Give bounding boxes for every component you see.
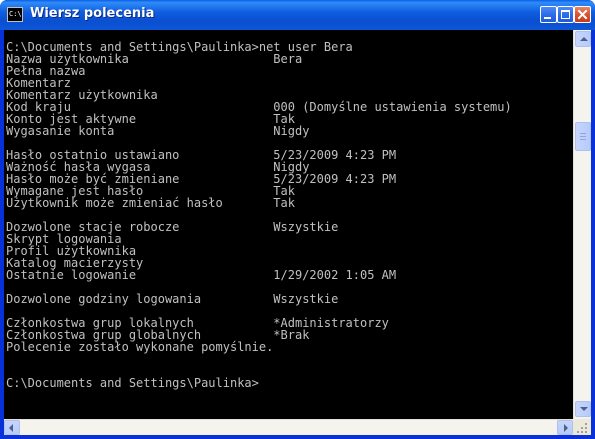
minimize-button[interactable] (540, 6, 557, 23)
vertical-scroll-thumb[interactable] (575, 122, 591, 151)
vertical-scrollbar[interactable] (573, 30, 591, 419)
scroll-down-button[interactable] (575, 401, 591, 417)
arrow-up-icon (580, 37, 588, 41)
maximize-icon (561, 10, 570, 19)
grip-dot (585, 423, 587, 425)
console-text: C:\Documents and Settings\Paulinka>net u… (4, 30, 573, 389)
grip-line (580, 139, 586, 140)
horizontal-scrollbar[interactable] (4, 419, 573, 435)
console-line: Ostatnie logowanie 1/29/2002 1:05 AM (6, 268, 397, 282)
console-line: C:\Documents and Settings\Paulinka> (6, 376, 259, 390)
grip-dot (585, 431, 587, 433)
grip-line (580, 133, 586, 134)
console-icon[interactable]: C:\ (7, 7, 23, 22)
console-line: Dozwolone godziny logowania Wszystkie (6, 292, 339, 306)
close-icon (577, 9, 588, 20)
arrow-down-icon (580, 407, 588, 411)
scroll-up-button[interactable] (575, 31, 591, 47)
grip-dot (581, 431, 583, 433)
maximize-button[interactable] (557, 6, 574, 23)
scroll-left-button[interactable] (4, 420, 20, 435)
console-line: Użytkownik może zmieniać hasło Tak (6, 196, 295, 210)
close-button[interactable] (574, 6, 591, 23)
grip-dot (585, 427, 587, 429)
grip-line (580, 136, 586, 137)
title-bar[interactable]: C:\ Wiersz polecenia (0, 0, 595, 30)
scroll-right-button[interactable] (557, 420, 573, 435)
window-title: Wiersz polecenia (30, 6, 155, 21)
arrow-left-icon (9, 424, 13, 432)
console-output-area[interactable]: C:\Documents and Settings\Paulinka>net u… (4, 30, 573, 419)
console-line: Wygasanie konta Nigdy (6, 124, 310, 138)
console-line: Polecenie zostało wykonane pomyślnie. (6, 340, 274, 354)
grip-dot (581, 427, 583, 429)
arrow-right-icon (564, 424, 568, 432)
command-prompt-window: C:\ Wiersz polecenia C:\Documents and Se… (0, 0, 595, 439)
resize-grip[interactable] (573, 419, 591, 435)
grip-dot (577, 431, 579, 433)
minimize-icon (544, 17, 551, 19)
